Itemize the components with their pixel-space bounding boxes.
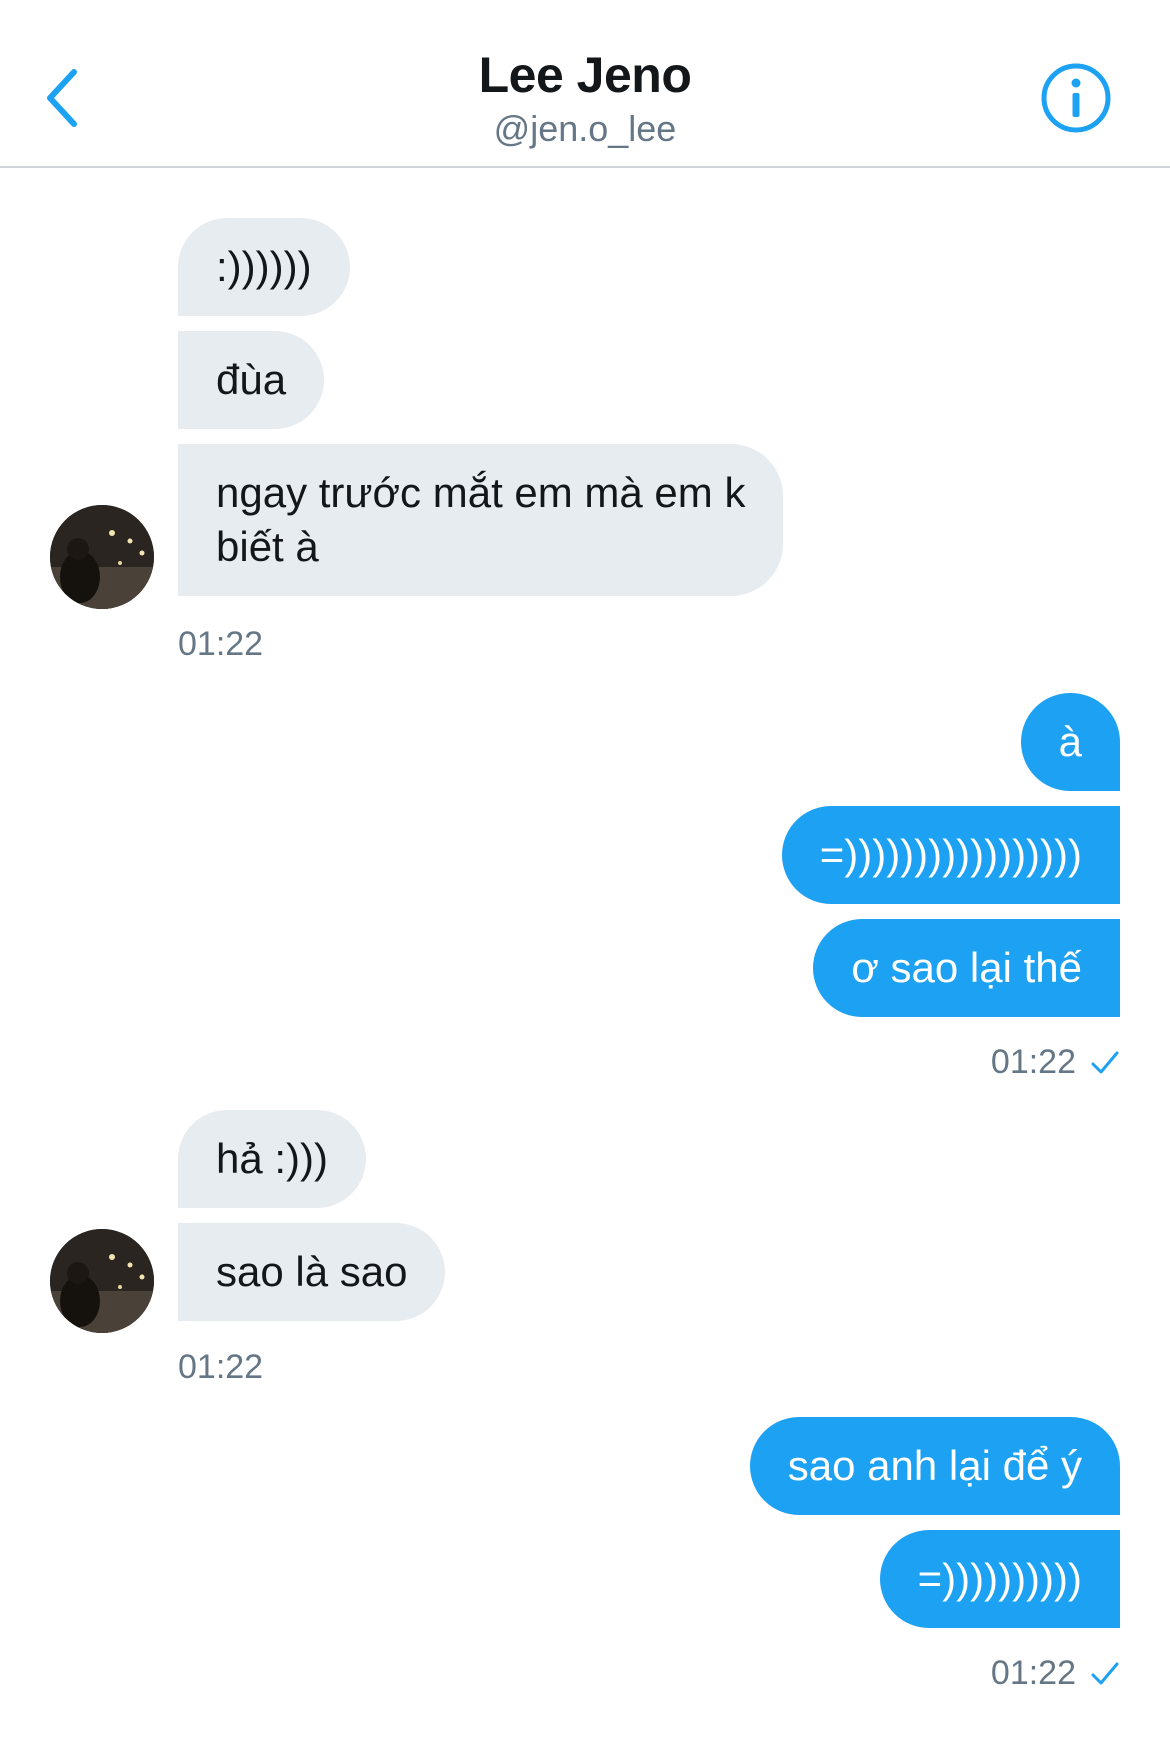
message-timestamp: 01:22 <box>178 625 264 663</box>
message-bubble-sent[interactable]: sao anh lại để ý <box>749 1417 1120 1515</box>
conversation-header: Lee Jeno @jen.o_lee <box>0 0 1170 168</box>
message-bubble-sent[interactable]: à <box>1020 693 1120 791</box>
message-timestamp: 01:22 <box>991 1043 1120 1082</box>
timestamp-text: 01:22 <box>990 1654 1076 1692</box>
message-timestamp: 01:22 <box>991 1654 1120 1693</box>
info-circle-icon <box>1041 63 1111 133</box>
info-button[interactable] <box>1040 62 1112 134</box>
message-line: biết à <box>216 523 319 570</box>
timestamp-text: 01:22 <box>990 1043 1076 1081</box>
avatar[interactable] <box>50 505 154 609</box>
message-bubble-received[interactable]: hả :))) <box>178 1110 367 1208</box>
message-bubble-received[interactable]: đùa <box>178 331 325 429</box>
checkmark-icon <box>1091 1662 1119 1684</box>
avatar[interactable] <box>50 1229 154 1333</box>
message-bubble-received[interactable]: sao là sao <box>178 1223 446 1321</box>
message-timestamp: 01:22 <box>178 1348 264 1386</box>
message-bubble-sent[interactable]: ơ sao lại thế <box>813 919 1120 1017</box>
message-bubble-received[interactable]: ngay trước mắt em mà em k biết à <box>178 444 784 596</box>
conversation-title[interactable]: Lee Jeno <box>0 46 1170 104</box>
message-bubble-sent[interactable]: =)))))))))) <box>879 1530 1120 1628</box>
avatar-image <box>50 505 154 609</box>
message-bubble-sent[interactable]: =))))))))))))))))) <box>781 806 1120 904</box>
checkmark-icon <box>1091 1051 1119 1073</box>
message-bubble-received[interactable]: :)))))) <box>178 218 350 316</box>
conversation-handle[interactable]: @jen.o_lee <box>0 108 1170 150</box>
avatar-image <box>50 1229 154 1333</box>
message-line: ngay trước mắt em mà em k <box>216 469 746 516</box>
